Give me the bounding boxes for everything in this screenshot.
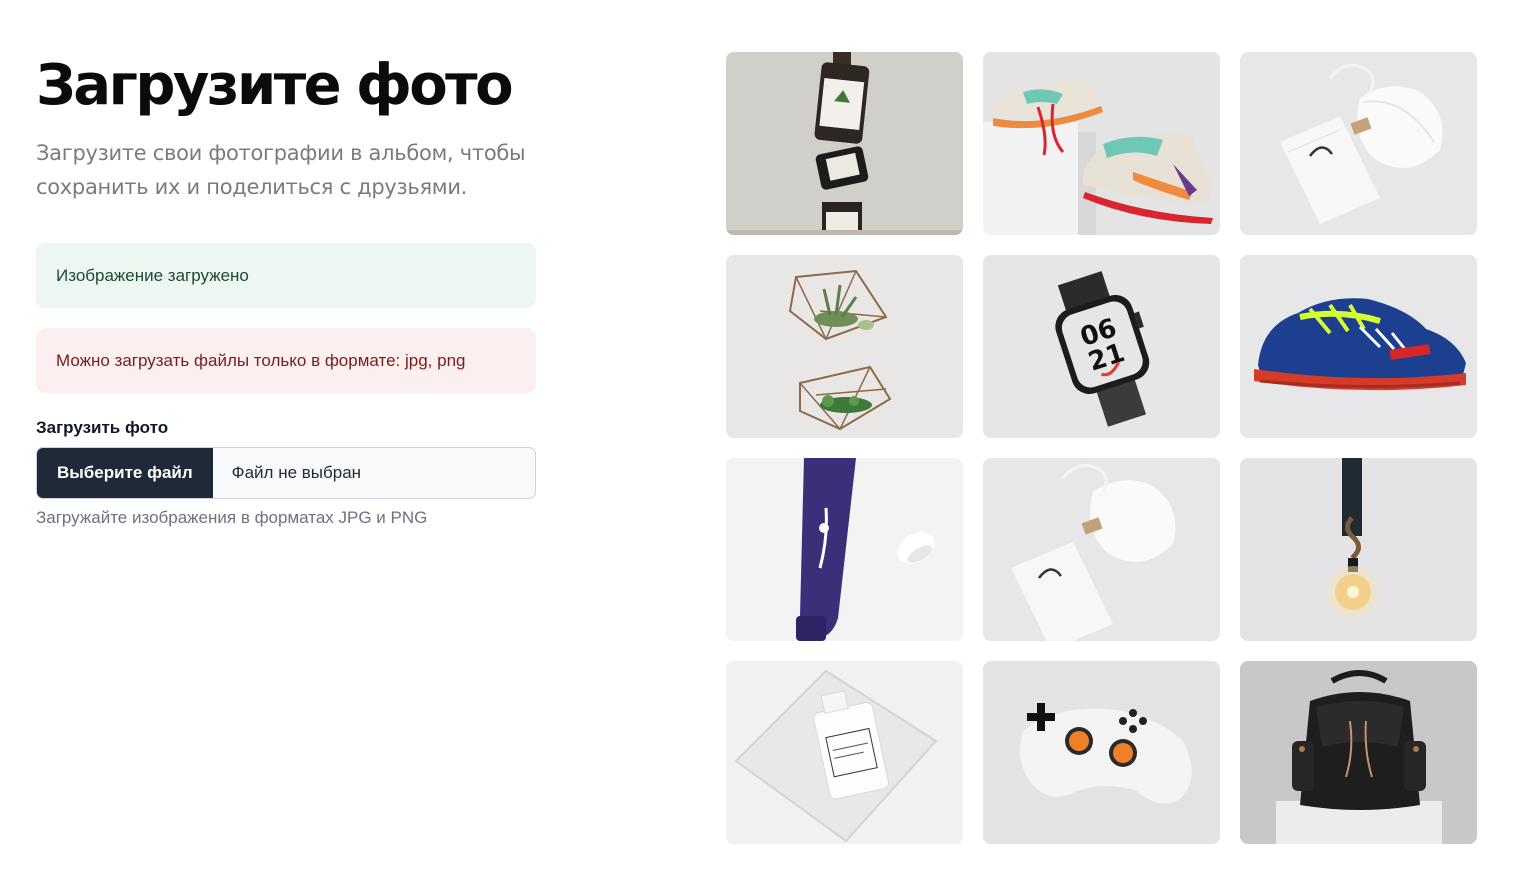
upload-panel: Загрузите фото Загрузите свои фотографии… (36, 48, 536, 528)
light-bulb-image (1240, 458, 1477, 641)
page-subtitle: Загрузите свои фотографии в альбом, чтоб… (36, 141, 526, 199)
football-boot-image (1240, 255, 1477, 438)
pouch-and-bag-image (983, 458, 1220, 641)
photo-gallery: 06 21 (726, 52, 1477, 844)
upload-hint: Загружайте изображения в форматах JPG и … (36, 508, 428, 527)
photo-pouch-and-bag[interactable] (1240, 52, 1477, 235)
terrariums-image (726, 255, 963, 438)
sneakers-image (983, 52, 1220, 235)
choose-file-button[interactable]: Выберите файл (37, 448, 213, 498)
file-input[interactable]: Выберите файл Файл не выбран (36, 447, 536, 499)
upload-label: Загрузить фото (36, 418, 169, 437)
file-status: Файл не выбран (231, 463, 362, 482)
photo-terrariums[interactable] (726, 255, 963, 438)
photo-light-bulb[interactable] (1240, 458, 1477, 641)
cream-tube-image (726, 458, 963, 641)
photo-cream-tube[interactable] (726, 458, 963, 641)
photo-game-controller[interactable] (983, 661, 1220, 844)
backpack-image (1240, 661, 1477, 844)
page-title: Загрузите фото (36, 53, 514, 118)
pouch-and-bag-image (1240, 52, 1477, 235)
error-alert: Можно загрузать файлы только в формате: … (36, 328, 536, 393)
success-alert: Изображение загружено (36, 243, 536, 308)
cosmetic-bottles-image (726, 52, 963, 235)
photo-backpack[interactable] (1240, 661, 1477, 844)
bottle-in-glass-image (726, 661, 963, 844)
photo-cosmetic-bottles[interactable] (726, 52, 963, 235)
smartwatch-image: 06 21 (983, 255, 1220, 438)
photo-football-boot[interactable] (1240, 255, 1477, 438)
error-alert-text: Можно загрузать файлы только в формате: … (56, 350, 466, 370)
photo-smartwatch[interactable]: 06 21 (983, 255, 1220, 438)
photo-pouch-and-bag-2[interactable] (983, 458, 1220, 641)
game-controller-image (983, 661, 1220, 844)
photo-sneakers[interactable] (983, 52, 1220, 235)
photo-bottle-in-glass[interactable] (726, 661, 963, 844)
upload-page: Загрузите фото Загрузите свои фотографии… (0, 0, 1523, 889)
success-alert-text: Изображение загружено (56, 265, 249, 285)
